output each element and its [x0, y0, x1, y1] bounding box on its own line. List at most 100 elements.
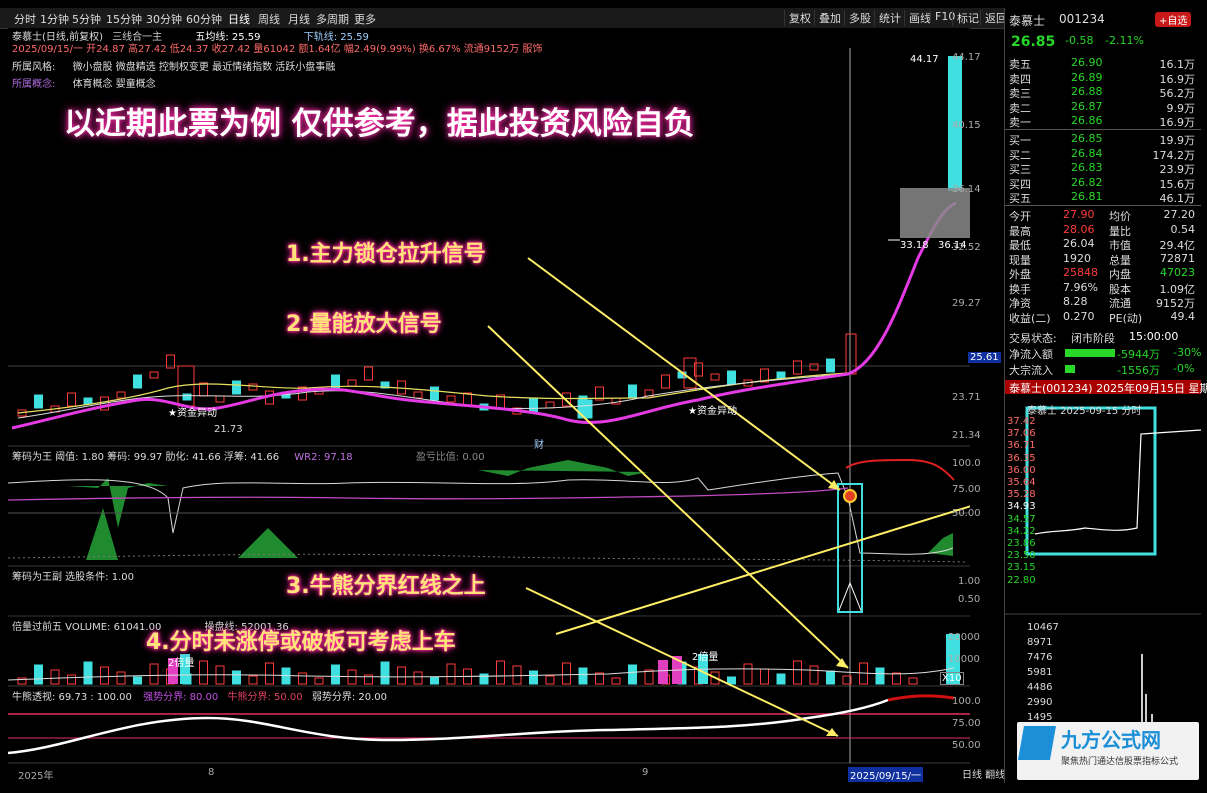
- vol-axis-label: 7476: [1027, 652, 1053, 663]
- mini-axis-label: 36.35: [1007, 452, 1036, 464]
- bid-row-price: 26.81: [1071, 190, 1103, 203]
- btn-overlay[interactable]: 叠加: [814, 10, 845, 26]
- fund-flag-2-text: 资金异动: [696, 406, 737, 417]
- annotation-3: 3.牛熊分界红线之上: [286, 574, 486, 599]
- btn-multi-stock[interactable]: 多股: [844, 10, 875, 26]
- vol-axis-label: 8971: [1027, 637, 1053, 648]
- pane5-weak: 弱势分界: 20.00: [311, 692, 388, 703]
- mini-price-line: [1034, 429, 1201, 535]
- ask-row-price: 26.87: [1071, 99, 1103, 113]
- ask-row: 卖一 26.86 16.9万: [1009, 114, 1199, 129]
- volume-bar: [34, 664, 43, 685]
- volume-bar: [628, 664, 637, 685]
- pane2-axis-75: 75.00: [952, 484, 981, 495]
- candle: [577, 399, 593, 419]
- stat-cell: 0.270: [1063, 309, 1095, 323]
- annotation-4: 4.分时未涨停或破板可考虑上车: [146, 630, 456, 655]
- volume-bar: [50, 669, 60, 685]
- quote-pct: -2.11%: [1105, 34, 1144, 47]
- annotation-1: 1.主力锁仓拉升信号: [286, 242, 486, 267]
- tab-more[interactable]: 更多: [354, 11, 376, 27]
- btn-stats[interactable]: 统计: [874, 10, 905, 26]
- bull-bear-white-curve: [8, 698, 889, 755]
- volume-bar: [116, 671, 126, 685]
- tab-daily[interactable]: 日线: [228, 11, 250, 27]
- tab-30min[interactable]: 30分钟: [146, 11, 182, 27]
- volume-bar: [314, 677, 324, 685]
- tab-monthly[interactable]: 月线: [288, 11, 310, 27]
- pane2-info: 筹码为王 阈值: 1.80 筹码: 99.97 肋化: 41.66 浮筹: 41…: [12, 448, 485, 463]
- candle: [611, 397, 621, 405]
- btn-fuquan[interactable]: 复权: [784, 10, 815, 26]
- volume-bar: [826, 670, 835, 685]
- volume-bar: [199, 660, 208, 685]
- add-watchlist-button[interactable]: +自选: [1155, 12, 1192, 27]
- bid-row: 买三 26.83 23.9万: [1009, 161, 1199, 176]
- stat-cell: 27.20: [1163, 208, 1196, 221]
- stat-cell: 72871: [1160, 251, 1195, 265]
- mini-axis-label: 36.71: [1007, 440, 1036, 452]
- vol-tag-2: 2倍量: [692, 652, 719, 663]
- mini-title: 泰慕士(001234) 2025年09月15日 星期一: [1005, 380, 1207, 395]
- candle: [413, 391, 423, 399]
- pane5-axis-75: 75.00: [952, 718, 981, 729]
- ask-row: 卖四 26.89 16.9万: [1009, 70, 1199, 86]
- volume-bar: [100, 666, 109, 685]
- candle: [809, 363, 819, 371]
- volume-bar: [562, 662, 571, 685]
- candle: [215, 395, 225, 403]
- tab-fenshi[interactable]: 分时: [14, 11, 36, 27]
- pane2-axis-100: 100.0: [952, 458, 981, 469]
- high-label: 44.17: [910, 54, 939, 65]
- ask-row-vol: 16.9万: [1159, 116, 1196, 129]
- candle: [446, 395, 456, 403]
- volume-bar: [67, 674, 76, 685]
- ask-row-price: 26.90: [1071, 56, 1103, 69]
- ask-row-price: 26.89: [1071, 70, 1103, 84]
- tab-15min[interactable]: 15分钟: [106, 11, 142, 27]
- pane4-info-text: 倍量过前五 VOLUME: 61041.00: [12, 622, 162, 633]
- mini-sub: 泰慕士 2025-09-15 分时: [1027, 406, 1142, 417]
- axis-21: 21.34: [952, 430, 981, 441]
- pane4-mult: X10: [940, 672, 964, 685]
- chip-green-area5: [86, 508, 118, 560]
- stat-row: 换手 7.96% 股本 1.09亿: [1009, 281, 1199, 296]
- vol-axis-label: 4486: [1027, 682, 1053, 693]
- ask-row-price: 26.88: [1071, 85, 1103, 98]
- stat-row: 最低 26.04 市值 29.4亿: [1009, 237, 1199, 252]
- volume-bar: [793, 660, 802, 685]
- mini-axis-label: 36.00: [1007, 464, 1036, 476]
- stat-cell: 1920: [1063, 251, 1091, 265]
- tab-1min[interactable]: 1分钟: [40, 11, 69, 27]
- signal-dot: [843, 489, 857, 503]
- stat-cell: 8.28: [1063, 295, 1088, 308]
- tab-5min[interactable]: 5分钟: [72, 11, 101, 27]
- pane2-ratio: 盈亏比值: 0.00: [415, 452, 485, 463]
- btn-mark[interactable]: 标记: [952, 10, 983, 26]
- volume-bar: [809, 665, 819, 685]
- brand-logo: 九方公式网 聚焦热门通达信股票指标公式: [1017, 722, 1199, 780]
- stat-cell: 26.04: [1063, 237, 1095, 250]
- volume-bar: [727, 676, 736, 685]
- tab-weekly[interactable]: 周线: [258, 11, 280, 27]
- candle: [628, 384, 637, 399]
- volume-bar: [331, 664, 340, 685]
- volume-bar: [545, 675, 555, 685]
- candle: [133, 374, 142, 389]
- tab-multi-period[interactable]: 多周期: [316, 11, 349, 27]
- axis-23: 23.71: [952, 392, 981, 403]
- mini-axis-label: 35.28: [1007, 489, 1036, 501]
- volume-bar: [248, 675, 258, 685]
- bid-row-price: 26.83: [1071, 161, 1103, 174]
- tab-60min[interactable]: 60分钟: [186, 11, 222, 27]
- stat-cell: 27.90: [1063, 208, 1095, 221]
- pane5-axis-50: 50.00: [952, 740, 981, 751]
- logo-mark-icon: [1018, 726, 1056, 760]
- stat-cell: 25848: [1063, 266, 1098, 279]
- fund-flag-1: ★资金异动: [168, 408, 217, 419]
- candle: [430, 386, 439, 401]
- flow2-bar: [1065, 365, 1075, 373]
- axis-36: 36.14: [952, 184, 981, 195]
- volume-bar: [232, 670, 241, 685]
- bid-row-price: 26.84: [1071, 146, 1103, 160]
